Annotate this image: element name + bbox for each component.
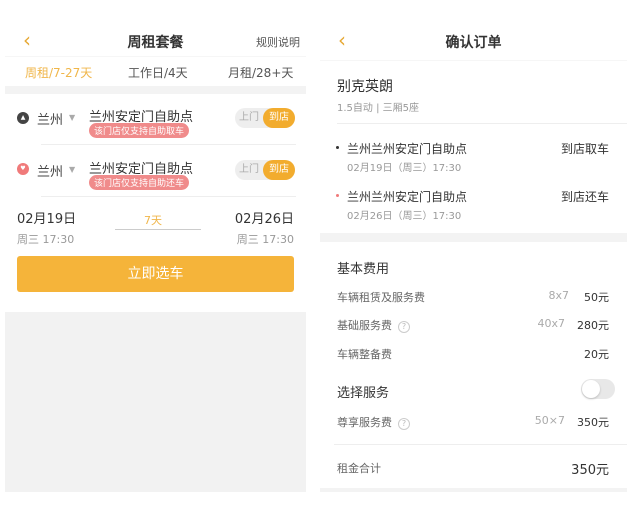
end-date[interactable]: 02月26日 [235,208,294,227]
fee-label: 车辆租赁及服务费 [337,291,425,304]
service-toggle[interactable] [581,379,615,399]
total-value: 350元 [571,463,609,478]
select-car-button[interactable]: 立即选车 [17,256,294,292]
start-date[interactable]: 02月19日 [17,208,76,227]
car-name: 别克英朗 [337,79,393,95]
pickup-tag: 该门店仅支持自助取车 [89,123,190,138]
return-tag: 该门店仅支持自助还车 [89,175,190,190]
fees-title: 基本费用 [337,262,390,277]
option-door[interactable]: 上门 [235,108,263,128]
service-value: 350元 [577,416,609,429]
rental-panel: ‹ 周租套餐 规则说明 周租/7-27天 工作日/4天 月租/28+天 ▲ 兰州… [5,20,306,492]
tab-workday[interactable]: 工作日/4天 [128,64,188,81]
fee-label-row: 基础服务费? [337,317,410,333]
return-store: 兰州兰州安定门自助点 [347,190,468,204]
duration-line [115,229,201,230]
return-mode-toggle[interactable]: 上门 到店 [235,160,295,180]
option-door[interactable]: 上门 [235,160,263,180]
total-label: 租金合计 [337,462,381,475]
pickup-time: 02月19日（周三）17:30 [347,163,462,174]
service-label: 尊享服务费 [337,416,392,429]
tab-monthly[interactable]: 月租/28+天 [228,64,293,81]
page-title: 确认订单 [445,35,502,51]
chevron-down-icon: ▼ [69,165,76,174]
fee-multiplier: 40x7 [537,317,565,330]
confirm-order-panel: ‹ 确认订单 别克英朗 1.5自动 | 三厢5座 兰州兰州安定门自助点 02月1… [320,20,627,492]
chevron-down-icon: ▼ [69,113,76,122]
return-city[interactable]: 兰州 [37,161,63,180]
fee-value: 50元 [584,291,609,304]
fee-label: 车辆整备费 [337,348,392,361]
service-multiplier: 50×7 [534,414,565,427]
fee-label: 基础服务费 [337,319,392,332]
fee-value: 280元 [577,319,609,332]
pickup-marker-icon: ▲ [17,112,29,124]
service-label-row: 尊享服务费? [337,414,410,430]
service-title: 选择服务 [337,386,390,401]
return-mode: 到店还车 [560,190,609,204]
fee-multiplier: 8x7 [548,289,569,302]
return-time: 02月26日（周三）17:30 [347,211,462,222]
pickup-city[interactable]: 兰州 [37,109,63,128]
tab-weekly[interactable]: 周租/7-27天 [25,64,92,81]
help-icon[interactable]: ? [398,321,410,333]
option-store[interactable]: 到店 [263,108,295,128]
start-time[interactable]: 周三 17:30 [17,231,74,247]
pickup-mode-toggle[interactable]: 上门 到店 [235,108,295,128]
toggle-knob [582,380,600,398]
pickup-mode: 到店取车 [560,142,609,156]
duration: 7天 [144,214,162,227]
fee-value: 20元 [584,348,609,361]
car-spec: 1.5自动 | 三厢5座 [337,103,419,114]
end-time[interactable]: 周三 17:30 [237,231,294,247]
pickup-dot-icon [336,146,339,149]
rules-link[interactable]: 规则说明 [256,34,300,50]
pickup-store: 兰州兰州安定门自助点 [347,142,468,156]
option-store[interactable]: 到店 [263,160,295,180]
return-dot-icon [336,194,339,197]
help-icon[interactable]: ? [398,418,410,430]
return-marker-icon: ♥ [17,163,29,175]
